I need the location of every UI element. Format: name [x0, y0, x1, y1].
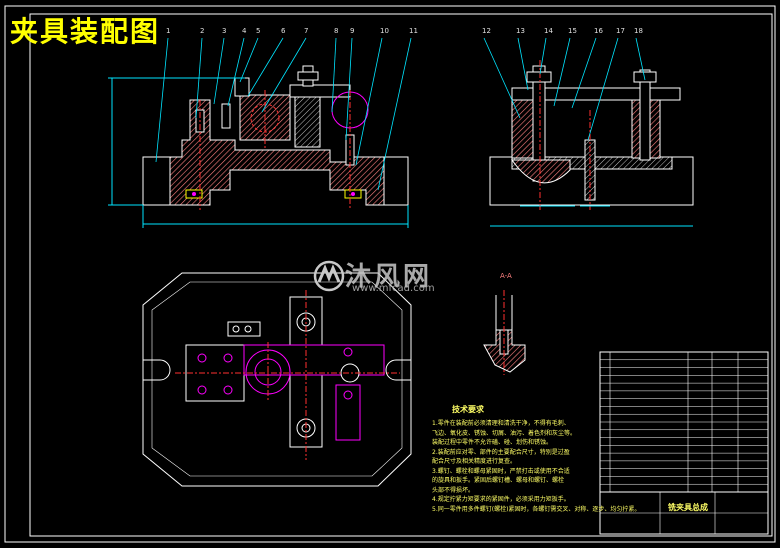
notes-title: 技术要求 [452, 405, 484, 414]
base-right-foot [383, 156, 409, 206]
part-balloon-2: 2 [200, 27, 205, 35]
side-view [483, 37, 694, 227]
clamp-plate [289, 84, 351, 98]
side-nut-left [526, 71, 552, 83]
front-view [108, 37, 412, 228]
notes-line: 1.零件在装配前必须清理和清洗干净，不得有毛刺、 [432, 420, 570, 427]
notes-line: 5.同一零件用多件螺钉(螺栓)紧固时，各螺钉需交叉、对称、逐步、均匀拧紧。 [432, 505, 641, 513]
clamp-nut [297, 71, 319, 81]
part-balloon-12: 12 [482, 27, 491, 35]
base-left-foot [142, 156, 171, 206]
watermark-logo-icon [313, 260, 345, 292]
watermark-url: www.mfcad.com [352, 283, 435, 294]
part-balloon-5: 5 [256, 27, 261, 35]
part-balloon-18: 18 [634, 27, 643, 35]
plan-base-outline [142, 272, 412, 487]
plan-screw-block [335, 384, 361, 441]
part-balloon-13: 13 [516, 27, 525, 35]
part-balloon-17: 17 [616, 27, 625, 35]
side-bolt-right [639, 69, 651, 161]
notes-line: 装配过程中零件不允许磕、碰、划伤和锈蚀。 [432, 439, 553, 446]
section-aa [483, 290, 526, 375]
side-nut-right [633, 71, 657, 83]
notes-line: 2.装配前应对零、部件的主要配合尺寸，特别是过盈 [432, 448, 570, 456]
part-balloon-8: 8 [334, 27, 339, 35]
pin-dot-right [351, 192, 355, 196]
part-balloon-1: 1 [166, 27, 171, 35]
notes-line: 配合尺寸及相关精度进行复查。 [432, 458, 517, 465]
notes-line: 的旋具和扳手。紧固后螺钉槽、螺母和螺钉、螺栓 [432, 477, 565, 484]
part-balloon-3: 3 [222, 27, 227, 35]
part-balloon-7: 7 [304, 27, 309, 35]
pin-dot-left [192, 192, 196, 196]
notes-line: 4.规定拧紧力矩要求的紧固件，必须采用力矩扳手。 [432, 496, 570, 503]
plan-view [142, 272, 412, 487]
left-bolt [234, 77, 250, 97]
part-balloon-10: 10 [380, 27, 389, 35]
notes-line: 飞边、氧化皮、锈蚀、切屑、油污、着色剂和灰尘等。 [432, 429, 577, 437]
notes-line: 头部不得损坏。 [432, 486, 475, 494]
screw-mid [221, 103, 231, 129]
plan-clamp-arm [243, 344, 385, 376]
part-balloon-11: 11 [409, 27, 418, 35]
section-label: A-A [500, 272, 512, 280]
part-balloon-15: 15 [568, 27, 577, 35]
part-balloon-14: 14 [544, 27, 553, 35]
part-balloon-9: 9 [350, 27, 355, 35]
part-balloon-6: 6 [281, 27, 286, 35]
part-balloon-16: 16 [594, 27, 603, 35]
support-block [294, 96, 321, 148]
drawing-title: 夹具装配图 [10, 15, 161, 48]
title-block-name: 铣夹具总成 [668, 503, 708, 512]
part-balloon-4: 4 [242, 27, 247, 35]
notes-line: 3.螺钉、螺栓和螺母紧固时，严禁打击或使用不合适 [432, 467, 570, 475]
